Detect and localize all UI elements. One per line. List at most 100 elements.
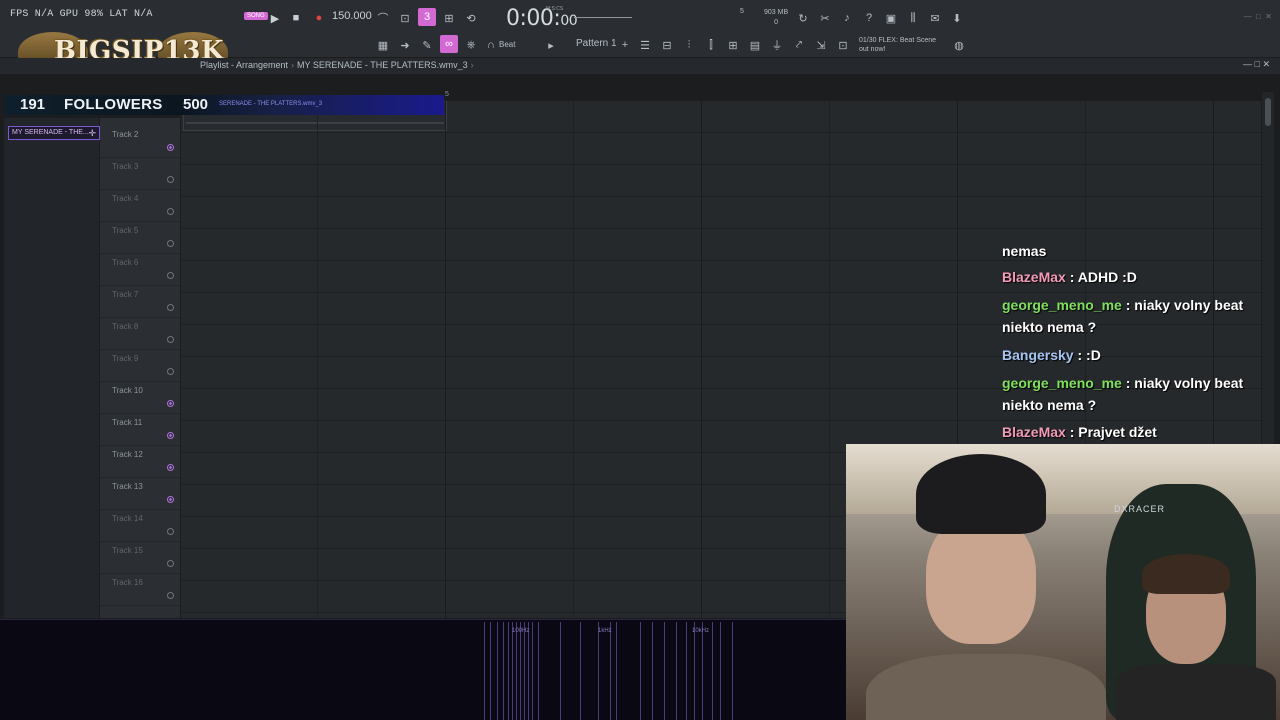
track-mute-toggle[interactable] [167,336,174,343]
news-ticker[interactable]: 01/30 FLEX: Beat Scene out now! [859,36,936,54]
spectrum-line [538,622,539,720]
breadcrumb-playlist[interactable]: Playlist - Arrangement [200,60,288,70]
cut-icon[interactable]: ✂ [816,9,834,27]
track-header[interactable]: Track 4 [100,190,180,222]
fader-icon[interactable]: ⫿ [702,36,720,54]
grid-row[interactable] [181,133,1261,165]
track-mute-toggle[interactable] [167,304,174,311]
plugin-icon[interactable]: ⏚ [768,36,786,54]
grid-beat-line [445,101,446,618]
master-pitch-slider[interactable] [574,17,632,18]
followers-goal-bar: 191 FOLLOWERS 500 SERENADE - THE PLATTER… [4,95,444,115]
track-mute-toggle[interactable] [167,432,174,439]
track-header[interactable]: Track 3 [100,158,180,190]
window-controls[interactable]: — □ ✕ [1244,12,1272,21]
tool-icon[interactable]: ⤤ [790,36,808,54]
track-header[interactable]: Track 8 [100,318,180,350]
save-icon[interactable]: ▣ [882,9,900,27]
track-mute-toggle[interactable] [167,464,174,471]
piano-roll-icon[interactable]: ▦ [374,36,392,54]
spectrum-line [516,622,517,720]
snap-select[interactable]: Beat [499,40,515,49]
pencil-icon[interactable]: ✎ [418,36,436,54]
track-header[interactable]: Track 16 [100,574,180,606]
cart-icon[interactable]: ⊡ [834,36,852,54]
folder-icon[interactable]: ▤ [746,36,764,54]
countdown-icon[interactable]: 3 [418,8,436,26]
pattern-select[interactable]: Pattern 1 [576,38,617,49]
add-icon[interactable]: ✛ [88,128,96,139]
track-header[interactable]: Track 6 [100,254,180,286]
track-name: Track 2 [112,130,139,139]
track-header[interactable]: Track 12 [100,446,180,478]
chat-text: : ADHD :D [1065,269,1137,285]
chat-icon[interactable]: ✉ [926,9,944,27]
spectrum-line [520,622,521,720]
play-button[interactable]: ▶ [266,9,284,27]
track-header[interactable]: Track 13 [100,478,180,510]
globe-icon[interactable]: ◍ [950,36,968,54]
grid-row[interactable] [181,197,1261,229]
track-mute-toggle[interactable] [167,400,174,407]
track-header[interactable]: Track 15 [100,542,180,574]
breadcrumb-clip[interactable]: MY SERENADE - THE PLATTERS.wmv_3 [297,60,468,70]
grid-beat-line [573,101,574,618]
picker-clip-item[interactable]: MY SERENADE - THE... ✛ [8,126,100,140]
track-header[interactable]: Track 10 [100,382,180,414]
link-icon[interactable]: ∞ [440,35,458,53]
chat-message: BlazeMax : ADHD :D [1002,266,1260,288]
track-mute-toggle[interactable] [167,144,174,151]
host-body [866,654,1106,720]
stamp-icon[interactable]: ⎈ [462,36,480,54]
song-mode-badge[interactable]: SONG [244,12,268,20]
wait-input-icon[interactable]: ⊡ [396,9,414,27]
track-mute-toggle[interactable] [167,176,174,183]
stop-button[interactable]: ■ [287,9,305,27]
metronome-icon[interactable]: ⌒ [374,9,392,27]
playlist-icon[interactable]: ☰ [636,36,654,54]
blend-notes-icon[interactable]: ⊞ [440,9,458,27]
chat-message: Bangersky : :D [1002,344,1260,366]
track-mute-toggle[interactable] [167,528,174,535]
time-display[interactable]: 0:00:00 [506,6,578,31]
record-button[interactable]: ● [310,9,328,27]
magnet-icon[interactable]: ∩ [482,36,500,54]
track-header[interactable]: Track 11 [100,414,180,446]
host-cap [916,454,1046,534]
spectrum-line [720,622,721,720]
track-mute-toggle[interactable] [167,208,174,215]
track-header[interactable]: Track 7 [100,286,180,318]
loop-record-icon[interactable]: ⟲ [462,9,480,27]
download-icon[interactable]: ⬇ [948,9,966,27]
mixer-view-icon[interactable]: ⫶ [680,36,698,54]
track-mute-toggle[interactable] [167,240,174,247]
spectrum-line [512,622,513,720]
grid-row[interactable] [181,165,1261,197]
track-mute-toggle[interactable] [167,592,174,599]
picker-clip-label: MY SERENADE - THE... [12,129,89,136]
microphone-icon[interactable]: ♪ [838,9,856,27]
spectrum-line [490,622,491,720]
track-mute-toggle[interactable] [167,272,174,279]
track-mute-toggle[interactable] [167,496,174,503]
browser-icon[interactable]: ⊞ [724,36,742,54]
chevron-right-icon[interactable]: ▸ [542,36,560,54]
scrollbar-thumb[interactable] [1265,98,1271,126]
track-header[interactable]: Track 2 [100,126,180,158]
track-header[interactable]: Track 5 [100,222,180,254]
help-icon[interactable]: ? [860,9,878,27]
track-mute-toggle[interactable] [167,560,174,567]
mixer-icon[interactable]: ⫼ [904,9,922,27]
add-pattern-icon[interactable]: + [616,36,634,54]
playlist-window-controls[interactable]: — □ ✕ [1243,59,1270,70]
channel-rack-icon[interactable]: ⊟ [658,36,676,54]
export-icon[interactable]: ⇲ [812,36,830,54]
track-mute-toggle[interactable] [167,368,174,375]
track-header[interactable]: Track 9 [100,350,180,382]
tempo-display[interactable]: 150.000 [332,10,372,22]
spectrum-frequency-label: 1kHz [598,628,612,634]
refresh-icon[interactable]: ↻ [794,9,812,27]
chat-message: george_meno_me : niaky volny beat niekto… [1002,372,1260,416]
arrow-icon[interactable]: ➜ [396,36,414,54]
track-header[interactable]: Track 14 [100,510,180,542]
